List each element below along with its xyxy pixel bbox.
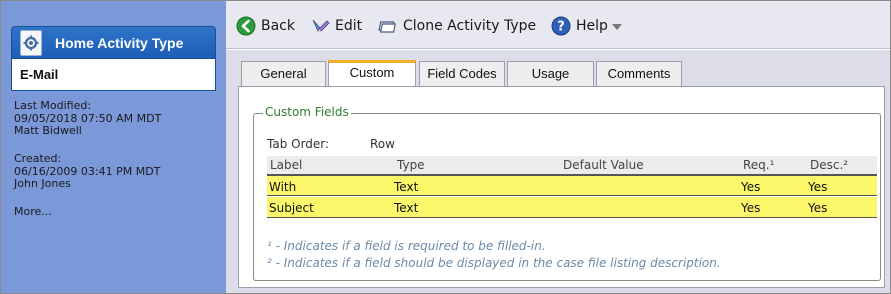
cell-label: Subject <box>269 201 314 215</box>
help-button[interactable]: ? Help <box>551 15 622 37</box>
main-content: Back Edit Clone Activity Type ? Help Gen… <box>226 1 890 293</box>
last-modified-user: Matt Bidwell <box>14 124 82 137</box>
column-header-required: Req.¹ <box>743 158 775 172</box>
cell-description: Yes <box>808 201 828 215</box>
cell-required: Yes <box>741 201 761 215</box>
svg-text:?: ? <box>557 20 565 35</box>
back-arrow-icon <box>236 16 256 36</box>
help-label: Help <box>576 18 608 34</box>
edit-button[interactable]: Edit <box>310 15 362 37</box>
chevron-down-icon <box>611 18 622 34</box>
more-link[interactable]: More... <box>14 205 52 218</box>
footnote-required: ¹ - Indicates if a field is required to … <box>267 239 546 253</box>
column-header-description: Desc.² <box>810 158 849 172</box>
created-user: John Jones <box>14 177 71 190</box>
cell-type: Text <box>394 180 419 194</box>
clone-activity-type-button[interactable]: Clone Activity Type <box>378 15 536 37</box>
tab-comments[interactable]: Comments <box>596 61 682 86</box>
footnote-description: ² - Indicates if a field should be displ… <box>267 256 721 270</box>
tab-order-value: Row <box>370 137 395 151</box>
custom-fields-legend: Custom Fields <box>263 105 351 119</box>
last-modified-label: Last Modified: <box>14 99 92 112</box>
cell-required: Yes <box>741 180 761 194</box>
gear-document-icon <box>20 30 42 56</box>
created-label: Created: <box>14 152 62 165</box>
help-icon: ? <box>551 16 571 36</box>
tab-field-codes[interactable]: Field Codes <box>419 61 505 86</box>
cell-label: With <box>269 180 297 194</box>
toolbar: Back Edit Clone Activity Type ? Help <box>226 1 890 49</box>
record-name: E-Mail <box>11 59 216 91</box>
tab-usage[interactable]: Usage <box>507 61 594 86</box>
created-info: Created: 06/16/2009 03:41 PM MDT John Jo… <box>14 152 160 191</box>
edit-label: Edit <box>335 18 363 34</box>
tab-area: General Custom Field Codes Usage Comment… <box>226 50 890 293</box>
back-label: Back <box>261 18 295 34</box>
header-title: Home Activity Type <box>55 35 184 51</box>
table-row[interactable]: With Text Yes Yes <box>267 175 877 196</box>
home-activity-type-header[interactable]: Home Activity Type <box>11 26 216 59</box>
last-modified-info: Last Modified: 09/05/2018 07:50 AM MDT M… <box>14 99 161 138</box>
table-row[interactable]: Subject Text Yes Yes <box>267 197 877 218</box>
clone-label: Clone Activity Type <box>403 18 537 34</box>
custom-tab-panel: Custom Fields Tab Order: Row Label Type … <box>238 86 885 288</box>
column-header-default-value: Default Value <box>563 158 644 172</box>
tab-general[interactable]: General <box>241 61 326 86</box>
table-header: Label Type Default Value Req.¹ Desc.² <box>267 156 877 175</box>
cell-type: Text <box>394 201 419 215</box>
tab-custom[interactable]: Custom <box>328 60 416 86</box>
column-header-label: Label <box>270 158 303 172</box>
cell-description: Yes <box>808 180 828 194</box>
column-header-type: Type <box>397 158 425 172</box>
back-button[interactable]: Back <box>236 15 295 37</box>
sidebar: Home Activity Type E-Mail Last Modified:… <box>1 1 226 293</box>
edit-pencil-icon <box>310 16 330 36</box>
custom-fields-group: Custom Fields Tab Order: Row Label Type … <box>253 105 881 281</box>
tab-order-label: Tab Order: <box>267 137 330 151</box>
clone-icon <box>378 16 398 36</box>
